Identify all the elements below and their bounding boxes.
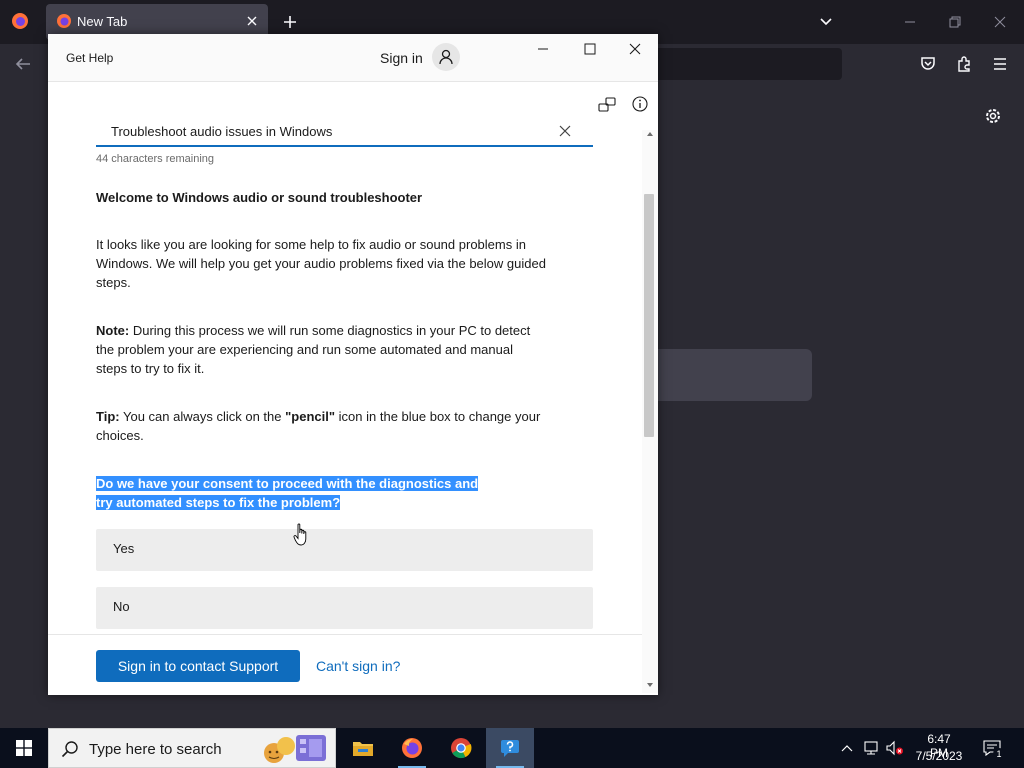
hand-cursor-icon <box>293 523 307 546</box>
sign-in-label[interactable]: Sign in <box>380 50 423 66</box>
tip-label: Tip: <box>96 409 120 424</box>
clear-search-icon[interactable] <box>559 125 571 137</box>
extensions-icon[interactable] <box>955 55 973 73</box>
taskbar-search-box[interactable]: Type here to search <box>48 728 336 768</box>
minimize-icon[interactable] <box>536 42 550 56</box>
note-label: Note: <box>96 323 130 338</box>
help-footer: Sign in to contact Support Can't sign in… <box>48 634 642 695</box>
network-icon[interactable] <box>862 740 880 756</box>
firefox-icon <box>402 738 422 758</box>
info-icon[interactable] <box>632 96 648 112</box>
restore-icon[interactable] <box>947 14 963 30</box>
volume-muted-icon[interactable] <box>886 740 904 756</box>
hamburger-menu-icon[interactable] <box>991 55 1009 73</box>
choice-label: Yes <box>113 541 135 556</box>
get-help-window: Get Help Sign in Troubleshoot audio issu… <box>48 34 658 695</box>
choice-yes-button[interactable]: Yes <box>96 529 593 571</box>
close-icon[interactable] <box>628 42 642 56</box>
consent-question-text: Do we have your consent to proceed with … <box>96 476 479 510</box>
firefox-tab-icon <box>57 14 71 28</box>
chevron-down-icon[interactable] <box>817 13 835 31</box>
chrome-icon <box>451 738 472 759</box>
title-bar: Get Help Sign in <box>48 34 658 82</box>
chevron-up-icon[interactable] <box>840 742 854 754</box>
tip-pencil: "pencil" <box>285 409 336 424</box>
minimize-icon[interactable] <box>902 14 918 30</box>
intro-paragraph: It looks like you are looking for some h… <box>96 237 546 290</box>
tip-paragraph: Tip: You can always click on the "pencil… <box>96 407 556 445</box>
close-icon[interactable] <box>992 14 1008 30</box>
feedback-icon[interactable] <box>598 96 616 114</box>
taskbar: Type here to search 6:47 PM 7/5/2023 1 <box>0 728 1024 768</box>
consent-question: Do we have your consent to proceed with … <box>96 474 496 512</box>
start-button[interactable] <box>0 728 48 768</box>
search-icon <box>61 741 78 758</box>
close-tab-icon[interactable] <box>244 13 260 29</box>
search-input[interactable]: Troubleshoot audio issues in Windows <box>96 121 593 147</box>
search-highlight-illustration-icon[interactable] <box>256 729 336 767</box>
clock-date[interactable]: 7/5/2023 <box>912 749 966 763</box>
back-arrow-icon[interactable] <box>14 55 32 73</box>
person-icon <box>439 49 453 65</box>
scrollbar-thumb[interactable] <box>644 194 654 437</box>
help-conversation: Troubleshoot audio issues in Windows 44 … <box>48 83 658 634</box>
pocket-icon[interactable] <box>919 55 937 73</box>
gear-icon[interactable] <box>983 106 1003 126</box>
taskbar-search-placeholder: Type here to search <box>89 741 222 758</box>
taskbar-firefox[interactable] <box>388 728 436 768</box>
new-tab-icon[interactable] <box>282 14 298 30</box>
tip-body-start: You can always click on the <box>122 409 282 424</box>
address-bar[interactable] <box>640 48 842 80</box>
choice-label: No <box>113 599 130 614</box>
choice-no-button[interactable]: No <box>96 587 593 629</box>
chars-remaining-counter: 44 characters remaining <box>96 153 215 165</box>
windows-logo-icon <box>16 740 32 756</box>
firefox-menu-icon[interactable] <box>11 12 29 30</box>
welcome-heading: Welcome to Windows audio or sound troubl… <box>96 190 423 205</box>
taskbar-file-explorer[interactable] <box>339 728 387 768</box>
maximize-icon[interactable] <box>583 42 597 56</box>
avatar[interactable] <box>432 43 460 71</box>
tab-title: New Tab <box>77 14 128 29</box>
scroll-down-arrow-icon[interactable] <box>647 683 653 687</box>
scroll-up-arrow-icon[interactable] <box>647 132 653 136</box>
note-body: During this process we will run some dia… <box>96 323 531 376</box>
search-input-value: Troubleshoot audio issues in Windows <box>111 124 333 139</box>
note-paragraph: Note: During this process we will run so… <box>96 321 536 378</box>
cant-sign-in-link[interactable]: Can't sign in? <box>316 658 400 674</box>
scrollbar[interactable] <box>642 130 658 693</box>
taskbar-get-help[interactable] <box>486 728 534 768</box>
sign-in-contact-support-button[interactable]: Sign in to contact Support <box>96 650 300 682</box>
get-help-icon <box>501 740 519 757</box>
taskbar-chrome[interactable] <box>437 728 485 768</box>
notification-count-badge: 1 <box>993 748 1005 760</box>
folder-icon <box>353 742 373 756</box>
window-title: Get Help <box>66 51 114 65</box>
